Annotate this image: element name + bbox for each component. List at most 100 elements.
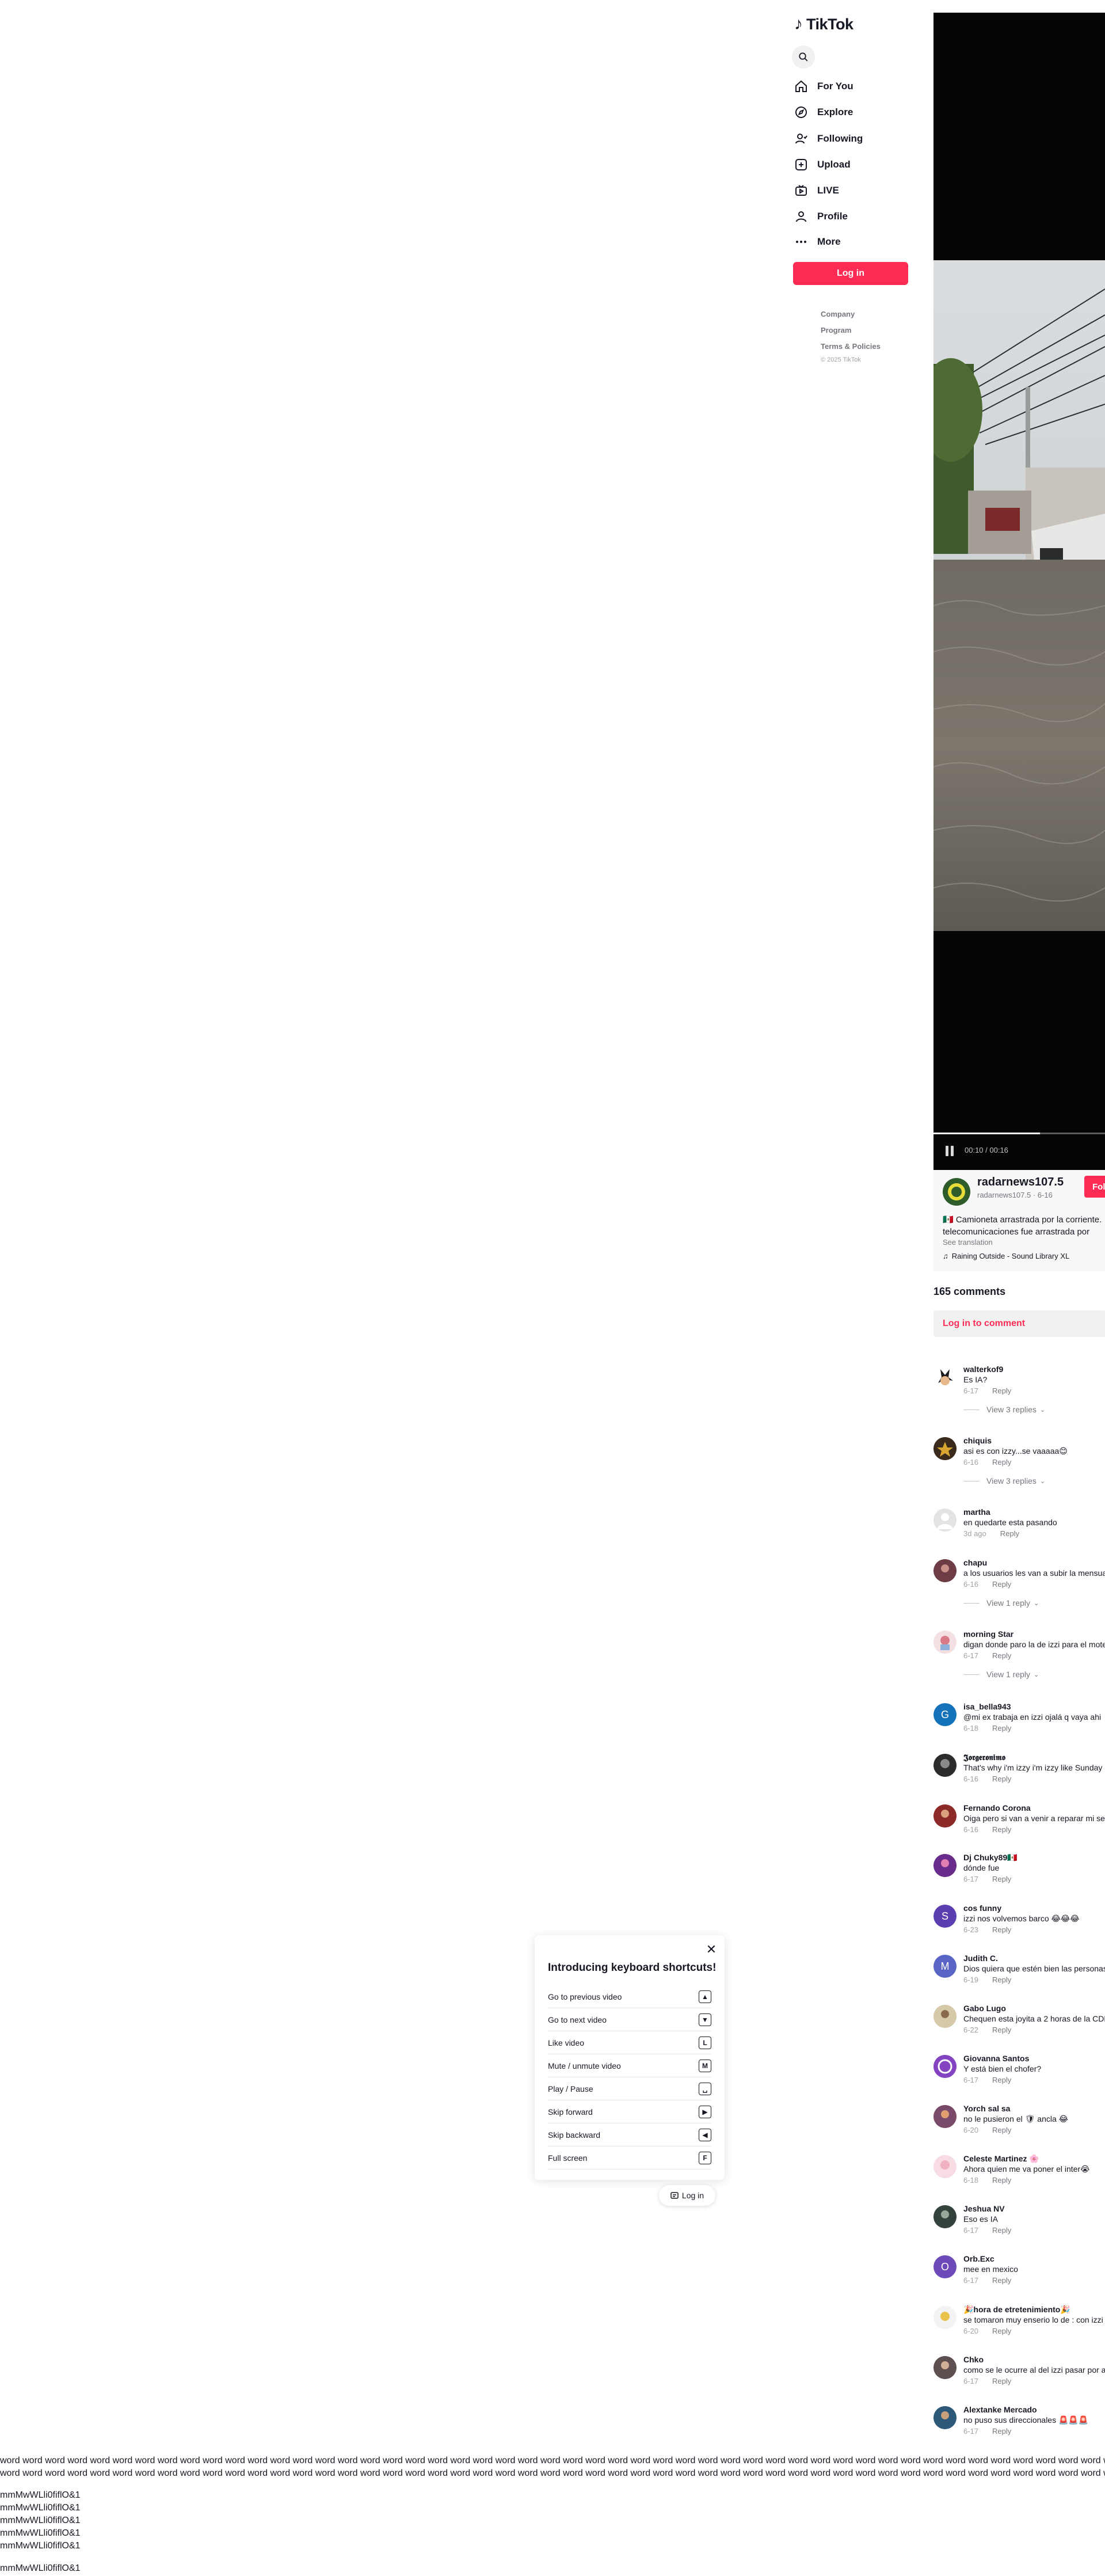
comment-meta: 6-20 Reply [963,2327,1011,2335]
reply-button[interactable]: Reply [992,2427,1011,2436]
comment-username[interactable]: chapu [963,1558,987,1567]
reply-button[interactable]: Reply [992,1724,1011,1732]
pause-button[interactable] [944,1145,955,1157]
comment-username[interactable]: Giovanna Santos [963,2054,1029,2063]
avatar[interactable] [933,1854,957,1877]
reply-button[interactable]: Reply [992,2377,1011,2385]
search-button[interactable] [792,45,815,69]
comment-username[interactable]: walterkof9 [963,1365,1003,1374]
avatar[interactable] [933,1509,957,1532]
video-progress-bar[interactable] [933,1133,1105,1134]
view-replies-button[interactable]: View 3 replies ⌄ [963,1476,1045,1485]
reply-button[interactable]: Reply [992,2276,1011,2285]
reply-button[interactable]: Reply [992,1975,1011,1984]
reply-button[interactable]: Reply [992,2026,1011,2034]
nav-profile[interactable]: Profile [792,205,907,228]
nav-upload[interactable]: Upload [792,153,907,176]
avatar[interactable]: O [933,2255,957,2278]
comment-username[interactable]: Celeste Martinez 🌸 [963,2154,1039,2164]
reply-button[interactable]: Reply [992,1825,1011,1834]
avatar[interactable] [933,1631,957,1654]
comment-username[interactable]: Orb.Exc [963,2254,995,2263]
chevron-down-icon: ⌄ [1034,1599,1039,1607]
avatar[interactable] [933,1437,957,1460]
avatar[interactable] [933,2205,957,2228]
comment-username[interactable]: Yorch sal sa [963,2104,1010,2113]
comment-username[interactable]: cos funny [963,1903,1001,1913]
avatar[interactable] [933,2055,957,2078]
comment-item: G isa_bella943 @mi ex trabaja en izzi oj… [933,1702,1105,1754]
nav-following[interactable]: Following [792,127,907,150]
view-replies-button[interactable]: View 1 reply ⌄ [963,1670,1039,1679]
footer-link-program[interactable]: Program [821,326,851,335]
see-translation-link[interactable]: See translation [943,1238,993,1247]
nav-live[interactable]: LIVE [792,179,907,202]
video-player[interactable]: 00:10 / 00:16 [933,13,1105,1170]
floating-login-button[interactable]: Log in [659,2185,715,2206]
tiktok-logo[interactable]: ♪ TikTok [794,13,853,36]
comment-username[interactable]: Judith C. [963,1954,998,1963]
comment-username[interactable]: martha [963,1507,990,1517]
close-icon[interactable]: ✕ [705,1943,718,1956]
comment-username[interactable]: morning Star [963,1629,1013,1639]
avatar[interactable] [933,1804,957,1827]
avatar[interactable] [933,2155,957,2178]
avatar[interactable]: S [933,1905,957,1928]
nav-more[interactable]: More [792,230,907,253]
author-avatar[interactable] [943,1178,970,1206]
reply-button[interactable]: Reply [992,2327,1011,2335]
avatar[interactable] [933,1366,957,1389]
shortcut-row: Like video L [548,2031,711,2054]
avatar[interactable] [933,2005,957,2028]
reply-button[interactable]: Reply [992,1651,1011,1660]
avatar[interactable]: M [933,1955,957,1978]
comment-username[interactable]: Gabo Lugo [963,2004,1006,2013]
comment-username[interactable]: Alextanke Mercado [963,2405,1037,2414]
avatar[interactable] [933,1754,957,1777]
follow-button[interactable]: Follow [1084,1176,1105,1198]
reply-button[interactable]: Reply [992,1775,1011,1783]
avatar[interactable] [933,2105,957,2128]
author-name[interactable]: radarnews107.5 [977,1176,1064,1189]
view-replies-button[interactable]: View 1 reply ⌄ [963,1598,1039,1608]
avatar[interactable]: G [933,1703,957,1726]
reply-button[interactable]: Reply [992,1925,1011,1934]
reply-button[interactable]: Reply [992,2226,1011,2235]
shortcut-label: Go to next video [548,2015,607,2024]
footer-link-terms[interactable]: Terms & Policies [821,342,881,351]
reply-button[interactable]: Reply [992,2076,1011,2084]
music-link[interactable]: ♫ Raining Outside - Sound Library XL [943,1252,1069,1260]
footer-link-company[interactable]: Company [821,310,855,318]
comment-username[interactable]: Chko [963,2355,984,2364]
key-down-icon: ▼ [699,2013,711,2026]
search-icon [799,52,808,62]
avatar[interactable] [933,1559,957,1582]
login-to-comment[interactable]: Log in to comment [933,1310,1105,1337]
sidebar-login-button[interactable]: Log in [793,262,908,285]
nav-explore[interactable]: Explore [792,101,907,124]
avatar[interactable] [933,2406,957,2429]
reply-button[interactable]: Reply [992,2176,1011,2184]
comment-item: S cos funny izzi nos volvemos barco 😂😂😂 … [933,1903,1105,1955]
reply-button[interactable]: Reply [992,1580,1011,1589]
reply-button[interactable]: Reply [1000,1529,1019,1538]
view-replies-button[interactable]: View 3 replies ⌄ [963,1405,1045,1414]
shortcut-row: Skip backward ◀ [548,2123,711,2146]
reply-button[interactable]: Reply [992,1386,1011,1395]
view-replies-label: View 3 replies [986,1405,1037,1414]
comment-item: Dj Chuky89🇲🇽 dónde fue 6-17 Reply [933,1853,1105,1905]
comment-username[interactable]: Fernando Corona [963,1803,1031,1813]
reply-button[interactable]: Reply [992,1875,1011,1883]
reply-button[interactable]: Reply [992,2126,1011,2134]
comment-username[interactable]: chiquis [963,1436,992,1445]
nav-for-you[interactable]: For You [792,75,907,98]
comment-username[interactable]: 🎉hora de etretenimiento🎉 [963,2305,1070,2315]
comment-username[interactable]: Jeshua NV [963,2204,1005,2213]
comment-date: 6-22 [963,2026,979,2034]
comment-username[interactable]: 𝕵𝖔𝖗𝖌𝖊𝖗𝖔𝖓𝖎𝖒𝖔 [963,1753,1005,1762]
comment-username[interactable]: isa_bella943 [963,1702,1011,1711]
reply-button[interactable]: Reply [992,1458,1011,1466]
avatar[interactable] [933,2306,957,2329]
avatar[interactable] [933,2356,957,2379]
comment-username[interactable]: Dj Chuky89🇲🇽 [963,1853,1018,1863]
